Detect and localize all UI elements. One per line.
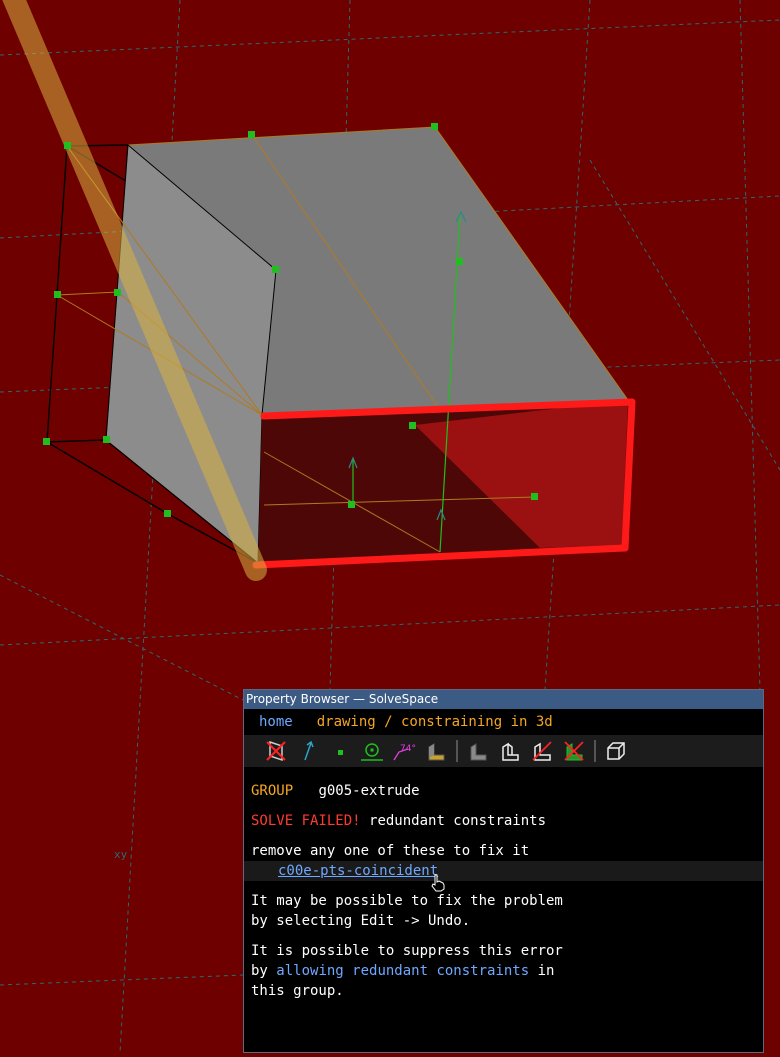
cube-icon[interactable] — [604, 739, 628, 763]
error-message: redundant constraints — [369, 813, 547, 829]
suppress-prefix: by — [251, 963, 277, 979]
solve-status: SOLVE FAILED! — [251, 813, 361, 829]
circle-icon[interactable] — [360, 739, 384, 763]
group-name: g005-extrude — [318, 783, 420, 799]
normal-icon[interactable] — [296, 739, 320, 763]
fix-instruction: remove any one of these to fix it — [251, 843, 530, 859]
display-toolbar: 74° — [244, 735, 763, 767]
suppress-suffix: in — [529, 963, 555, 979]
point-icon[interactable] — [328, 739, 352, 763]
outline-icon[interactable] — [498, 739, 522, 763]
toolbar-separator — [456, 740, 458, 762]
undo-line-2: by selecting Edit -> Undo. — [251, 913, 471, 929]
workplane-icon[interactable] — [264, 739, 288, 763]
extrude-body[interactable] — [105, 126, 629, 565]
mesh-icon[interactable] — [562, 739, 586, 763]
window-title: Property Browser — SolveSpace — [244, 690, 763, 709]
breadcrumb: drawing / constraining in 3d — [316, 714, 553, 730]
redundant-constraint-row[interactable]: c00e-pts-coincident — [244, 861, 763, 881]
group-row: GROUP g005-extrude — [244, 781, 763, 801]
suppress-line-1: It is possible to suppress this error — [251, 943, 563, 959]
suppress-line-2: by allowing redundant constraints in — [244, 961, 763, 981]
angle-icon[interactable]: 74° — [392, 739, 416, 763]
shaded-icon[interactable] — [424, 739, 448, 763]
constraint-link[interactable]: c00e-pts-coincident — [278, 863, 438, 879]
nav-row: home drawing / constraining in 3d — [244, 709, 763, 735]
browser-content: GROUP g005-extrude SOLVE FAILED! redunda… — [244, 767, 763, 1001]
property-browser[interactable]: Property Browser — SolveSpace home drawin… — [243, 689, 764, 1053]
hand-cursor-icon — [431, 874, 445, 892]
toolbar-separator — [594, 740, 596, 762]
suppress-line-3: this group. — [251, 983, 344, 999]
hidden-lines-icon[interactable] — [530, 739, 554, 763]
undo-line-1: It may be possible to fix the problem — [251, 893, 563, 909]
solid-shaded-icon[interactable] — [466, 739, 490, 763]
axis-label: xy — [114, 848, 128, 861]
solve-status-row: SOLVE FAILED! redundant constraints — [244, 811, 763, 831]
group-label: GROUP — [251, 783, 294, 799]
home-link[interactable]: home — [259, 714, 293, 730]
allow-redundant-link[interactable]: allowing redundant constraints — [276, 963, 529, 979]
